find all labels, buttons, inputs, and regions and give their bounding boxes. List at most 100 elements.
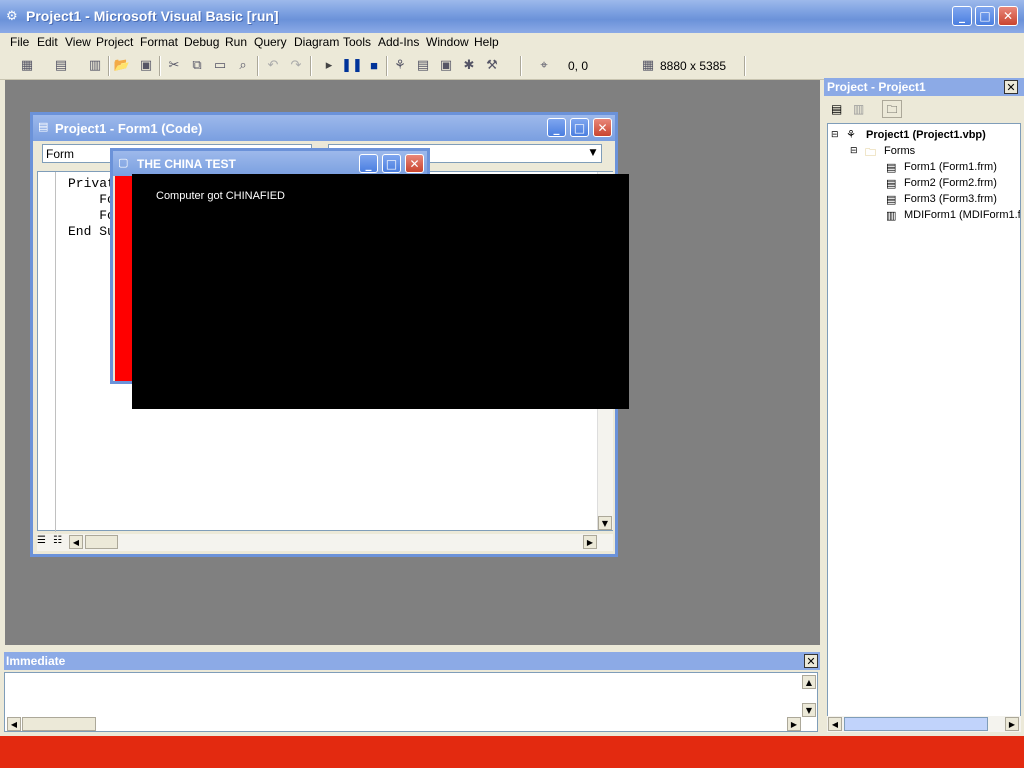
- menu-run[interactable]: Run: [225, 35, 247, 49]
- form-close-button[interactable]: ✕: [405, 154, 424, 173]
- form-title-bar[interactable]: ▢ THE CHINA TEST _ □ ✕: [113, 151, 427, 176]
- margin-indicator-bar: [38, 172, 56, 532]
- tree-item[interactable]: Form1 (Form1.frm): [904, 161, 997, 173]
- form-layout-icon[interactable]: ▣: [437, 56, 455, 74]
- minimize-button[interactable]: _: [952, 6, 972, 26]
- menu-format[interactable]: Format: [140, 35, 178, 49]
- project-explorer[interactable]: Project - Project1 ✕ ▤ ▥ 🗀 ⊟ ⚘ Project1 …: [824, 78, 1024, 734]
- project-scroll-right-arrow[interactable]: ▶: [1005, 717, 1019, 731]
- properties-window-icon[interactable]: ▤: [414, 56, 432, 74]
- toolbar-separator: [108, 56, 110, 76]
- paste-icon[interactable]: ▭: [211, 56, 229, 74]
- position-icon: ⌖: [540, 57, 548, 72]
- menu-debug[interactable]: Debug: [184, 35, 219, 49]
- maximize-button[interactable]: □: [975, 6, 995, 26]
- form-file-icon: ▤: [886, 162, 897, 174]
- toggle-folders-icon[interactable]: 🗀: [882, 100, 902, 118]
- toolbar-separator: [386, 56, 388, 76]
- collapse-icon[interactable]: ⊟: [850, 145, 858, 156]
- form-maximize-button[interactable]: □: [382, 154, 401, 173]
- project-scroll-thumb[interactable]: [844, 717, 988, 731]
- menu-project[interactable]: Project: [96, 35, 133, 49]
- form-file-icon: ▤: [886, 178, 897, 190]
- menu-tools[interactable]: Tools: [343, 35, 371, 49]
- cut-icon[interactable]: ✂: [165, 56, 183, 74]
- toolbar-separator: [744, 56, 746, 76]
- immediate-input-area[interactable]: ▲ ▼ ◀ ▶: [4, 672, 818, 732]
- chinafied-message: Computer got CHINAFIED: [156, 190, 285, 202]
- immediate-scroll-thumb[interactable]: [22, 717, 96, 731]
- menu-help[interactable]: Help: [474, 35, 499, 49]
- mdi-form-file-icon: ▥: [886, 210, 897, 222]
- project-horizontal-scrollbar[interactable]: ◀ ▶: [827, 716, 1021, 732]
- add-project-icon[interactable]: ▦: [18, 56, 36, 74]
- scroll-down-arrow[interactable]: ▼: [598, 516, 612, 530]
- scroll-left-arrow[interactable]: ◀: [69, 535, 83, 549]
- project-explorer-title-bar: Project - Project1 ✕: [824, 78, 1024, 96]
- menu-query[interactable]: Query: [254, 35, 287, 49]
- start-icon[interactable]: ▸: [320, 56, 338, 74]
- end-icon[interactable]: ■: [365, 56, 383, 74]
- undo-icon[interactable]: ↶: [264, 56, 282, 74]
- code-minimize-button[interactable]: _: [547, 118, 566, 137]
- toolbar-separator: [257, 56, 259, 76]
- view-code-icon[interactable]: ▤: [831, 102, 842, 116]
- menu-edit[interactable]: Edit: [37, 35, 58, 49]
- scroll-right-arrow[interactable]: ▶: [583, 535, 597, 549]
- tree-project-root[interactable]: Project1 (Project1.vbp): [866, 129, 986, 141]
- copy-icon[interactable]: ⧉: [188, 56, 206, 74]
- project-explorer-close-button[interactable]: ✕: [1004, 80, 1018, 94]
- immediate-close-button[interactable]: ✕: [804, 654, 818, 668]
- immediate-scroll-down-arrow[interactable]: ▼: [802, 703, 816, 717]
- redo-icon[interactable]: ↷: [287, 56, 305, 74]
- break-icon[interactable]: ❚❚: [341, 56, 363, 74]
- menu-file[interactable]: File: [10, 35, 29, 49]
- form-file-icon: ▤: [886, 194, 897, 206]
- save-project-icon[interactable]: ▣: [137, 56, 155, 74]
- immediate-title: Immediate: [6, 654, 66, 668]
- menu-editor-icon[interactable]: ▥: [86, 56, 104, 74]
- horizontal-scrollbar[interactable]: ☰ ☷ ◀ ▶: [37, 534, 613, 551]
- project-explorer-icon[interactable]: ⚘: [391, 56, 409, 74]
- menu-bar: File Edit View Project Format Debug Run …: [0, 33, 1024, 52]
- project-tree[interactable]: ⊟ ⚘ Project1 (Project1.vbp) ⊟ 🗀 Forms ▤ …: [827, 123, 1021, 718]
- immediate-scroll-right-arrow[interactable]: ▶: [787, 717, 801, 731]
- toolbox-icon[interactable]: ⚒: [483, 56, 501, 74]
- find-icon[interactable]: ⌕: [234, 56, 252, 74]
- code-window-title-bar[interactable]: ▤ Project1 - Form1 (Code) _ □ ✕: [33, 115, 615, 141]
- view-object-icon[interactable]: ▥: [853, 102, 864, 116]
- form-minimize-button[interactable]: _: [359, 154, 378, 173]
- toolbar-separator: [520, 56, 522, 76]
- taskbar: [0, 736, 1024, 768]
- tree-item[interactable]: Form2 (Form2.frm): [904, 177, 997, 189]
- main-title-bar: ⚙ Project1 - Microsoft Visual Basic [run…: [0, 0, 1024, 33]
- tree-forms-folder[interactable]: Forms: [884, 145, 915, 157]
- code-window-icon: ▤: [38, 121, 49, 133]
- immediate-scroll-up-arrow[interactable]: ▲: [802, 675, 816, 689]
- object-browser-icon[interactable]: ✱: [460, 56, 478, 74]
- immediate-scroll-left-arrow[interactable]: ◀: [7, 717, 21, 731]
- add-form-icon[interactable]: ▤: [52, 56, 70, 74]
- code-line: Fo: [68, 192, 115, 207]
- code-maximize-button[interactable]: □: [570, 118, 589, 137]
- code-line: End Su: [68, 224, 115, 239]
- immediate-window[interactable]: Immediate ✕ ▲ ▼ ◀ ▶: [0, 650, 824, 735]
- menu-view[interactable]: View: [65, 35, 91, 49]
- full-module-view-icon[interactable]: ☷: [53, 535, 62, 546]
- open-project-icon[interactable]: 📂: [113, 56, 131, 74]
- code-line: Fo: [68, 208, 115, 223]
- menu-diagram[interactable]: Diagram: [294, 35, 339, 49]
- menu-window[interactable]: Window: [426, 35, 469, 49]
- code-close-button[interactable]: ✕: [593, 118, 612, 137]
- collapse-icon[interactable]: ⊟: [831, 129, 839, 140]
- standard-toolbar: ▦ ▤ ▥ 📂 ▣ ✂ ⧉ ▭ ⌕ ↶ ↷ ▸ ❚❚ ■ ⚘ ▤ ▣ ✱ ⚒ ⌖…: [0, 52, 1024, 80]
- procedure-dropdown-arrow[interactable]: ▼: [586, 146, 600, 160]
- close-button[interactable]: ✕: [998, 6, 1018, 26]
- menu-add-ins[interactable]: Add-Ins: [378, 35, 419, 49]
- tree-item[interactable]: MDIForm1 (MDIForm1.frm): [904, 209, 1020, 221]
- tree-item[interactable]: Form3 (Form3.frm): [904, 193, 997, 205]
- procedure-view-icon[interactable]: ☰: [37, 535, 46, 546]
- project-scroll-left-arrow[interactable]: ◀: [828, 717, 842, 731]
- size-readout: 8880 x 5385: [660, 59, 727, 73]
- scroll-thumb[interactable]: [85, 535, 118, 549]
